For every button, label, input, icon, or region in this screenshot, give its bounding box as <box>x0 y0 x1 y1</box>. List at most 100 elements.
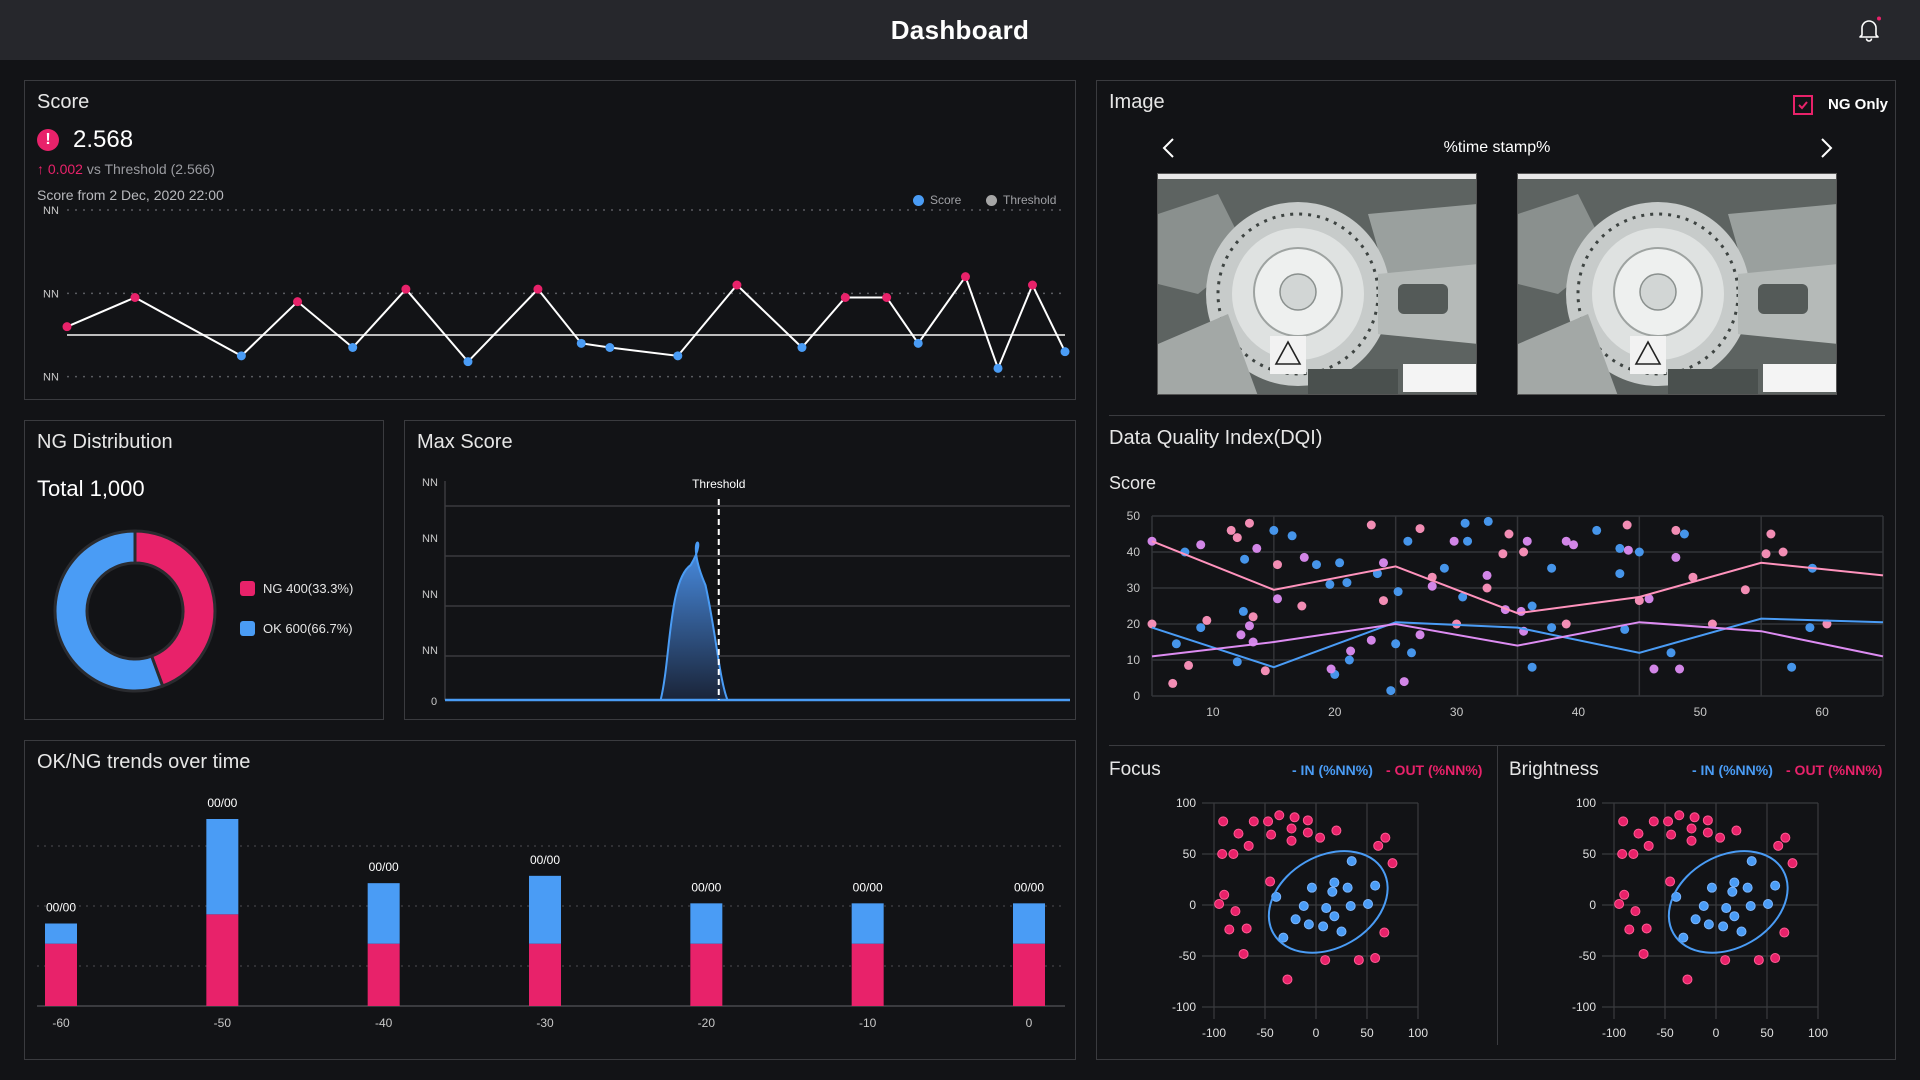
dqi-point-blue <box>1666 648 1676 658</box>
dqi-point-violet <box>1671 552 1681 562</box>
dqi-title: Data Quality Index(DQI) <box>1109 427 1323 449</box>
out-point <box>1214 898 1225 909</box>
dqi-point-pink <box>1272 560 1282 570</box>
dqi-point-blue <box>1403 536 1413 546</box>
dqi-point-pink <box>1147 619 1157 629</box>
dqi-point-blue <box>1196 623 1206 633</box>
bar-ok <box>367 883 400 944</box>
score-point <box>576 338 586 348</box>
in-point <box>1327 886 1338 897</box>
dqi-point-blue <box>1342 578 1352 588</box>
inspection-image-1[interactable] <box>1157 173 1477 395</box>
out-point <box>1702 827 1713 838</box>
out-point <box>1773 840 1784 851</box>
y-tick-label: -100 <box>1172 1000 1196 1014</box>
chevron-right-icon[interactable] <box>1816 136 1836 160</box>
dqi-point-blue <box>1407 648 1417 658</box>
in-region-ellipse <box>1667 850 1789 954</box>
in-point <box>1721 903 1732 914</box>
bar-ok <box>851 903 884 944</box>
y-tick-label: NN <box>43 372 59 384</box>
y-tick-label: NN <box>422 589 438 601</box>
focus-title: Focus <box>1109 759 1161 780</box>
x-tick-label: -20 <box>698 1016 716 1030</box>
score-point <box>673 351 683 361</box>
out-point <box>1702 815 1713 826</box>
out-point <box>1682 974 1693 985</box>
dqi-point-blue <box>1527 662 1537 672</box>
dqi-point-violet <box>1346 646 1356 656</box>
in-point <box>1727 886 1738 897</box>
ng-donut-chart <box>53 529 217 693</box>
notification-dot <box>1877 16 1881 21</box>
dqi-point-blue <box>1269 525 1279 535</box>
out-point <box>1638 948 1649 959</box>
y-tick-label: 50 <box>1127 509 1141 523</box>
out-point <box>1248 816 1259 827</box>
in-point <box>1303 919 1314 930</box>
out-point <box>1663 816 1674 827</box>
out-point <box>1315 832 1326 843</box>
bell-icon[interactable] <box>1854 15 1884 45</box>
dqi-point-violet <box>1378 558 1388 568</box>
inspection-image-2[interactable] <box>1517 173 1837 395</box>
score-point <box>62 322 72 332</box>
bar-data-label: 00/00 <box>1014 880 1044 894</box>
dqi-point-blue <box>1439 563 1449 573</box>
x-tick-label: -40 <box>375 1016 393 1030</box>
max-score-area <box>659 541 729 701</box>
x-tick-label: 30 <box>1450 705 1464 719</box>
dqi-point-pink <box>1482 583 1492 593</box>
out-point <box>1286 823 1297 834</box>
in-point <box>1770 880 1781 891</box>
brightness-in-legend: - IN (%NN%) <box>1692 762 1773 778</box>
x-tick-label: 20 <box>1328 705 1342 719</box>
bar-ng <box>367 943 400 1006</box>
x-tick-label: -50 <box>1256 1026 1274 1040</box>
bar-data-label: 00/00 <box>530 853 560 867</box>
x-tick-label: -100 <box>1202 1026 1226 1040</box>
out-point <box>1243 840 1254 851</box>
x-tick-label: 100 <box>1808 1026 1828 1040</box>
out-point <box>1770 953 1781 964</box>
ng-only-checkbox[interactable] <box>1793 95 1813 115</box>
out-point <box>1720 955 1731 966</box>
dqi-point-violet <box>1675 664 1685 674</box>
dqi-point-violet <box>1415 630 1425 640</box>
out-point <box>1302 815 1313 826</box>
score-point <box>1060 347 1070 357</box>
score-line <box>66 274 1066 372</box>
out-point <box>1373 840 1384 851</box>
out-point <box>1628 849 1639 859</box>
x-tick-label: 0 <box>1313 1026 1320 1040</box>
dqi-point-blue <box>1805 623 1815 633</box>
out-point <box>1266 829 1277 840</box>
out-point <box>1731 825 1742 836</box>
in-point <box>1736 926 1747 937</box>
dqi-point-violet <box>1522 536 1532 546</box>
in-point <box>1763 898 1774 909</box>
dqi-point-pink <box>1202 615 1212 625</box>
dqi-point-pink <box>1561 619 1571 629</box>
dqi-point-blue <box>1240 554 1250 564</box>
out-point <box>1274 810 1285 821</box>
y-tick-label: 100 <box>1176 796 1196 810</box>
dqi-point-violet <box>1623 545 1633 555</box>
machine-photo <box>1158 174 1476 394</box>
dqi-point-pink <box>1778 547 1788 557</box>
threshold-label: Threshold <box>692 477 745 491</box>
in-point <box>1329 877 1340 888</box>
y-tick-label: 0 <box>1189 898 1196 912</box>
page-title: Dashboard <box>890 14 1030 45</box>
x-tick-label: -30 <box>536 1016 554 1030</box>
ng-only-label[interactable]: NG Only <box>1828 96 1888 113</box>
out-point <box>1219 889 1230 900</box>
bar-ng <box>45 943 77 1006</box>
image-dqi-panel: Image NG Only %time stamp% Data Quality … <box>1096 80 1896 1060</box>
bar-ng <box>690 943 723 1006</box>
dqi-point-blue <box>1527 601 1537 611</box>
in-region-ellipse <box>1267 850 1389 954</box>
in-point <box>1318 921 1329 932</box>
x-tick-label: 50 <box>1694 705 1708 719</box>
out-point <box>1265 876 1276 887</box>
